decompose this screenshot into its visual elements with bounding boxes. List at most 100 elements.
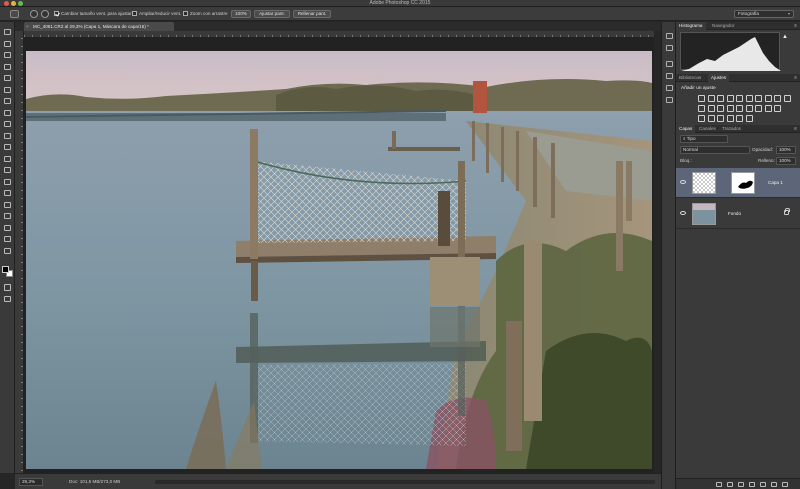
brush-tool-icon[interactable] <box>3 109 12 117</box>
zoom-out-icon[interactable] <box>41 10 49 18</box>
adjustment-icon[interactable] <box>755 95 762 102</box>
eye-icon[interactable] <box>680 180 686 184</box>
adjustment-icon[interactable] <box>764 95 772 102</box>
adjustment-icon[interactable] <box>774 95 781 102</box>
quick-select-tool-icon[interactable] <box>3 63 12 71</box>
adjustment-icon[interactable] <box>698 105 705 112</box>
adjustment-icon[interactable] <box>707 95 715 102</box>
tool-preset-icon[interactable] <box>10 10 19 18</box>
adjustment-icon[interactable] <box>726 95 734 102</box>
adjustment-icon[interactable] <box>707 115 715 122</box>
adjustment-icon[interactable] <box>755 105 762 112</box>
eraser-tool-icon[interactable] <box>3 143 12 151</box>
character-panel-icon[interactable] <box>665 84 674 92</box>
adjustment-icon[interactable] <box>707 105 715 112</box>
trash-icon[interactable] <box>782 482 788 487</box>
move-tool-icon[interactable] <box>3 28 12 36</box>
zoom-readout-field[interactable]: 29,3% <box>19 478 43 486</box>
zoom-all-windows-checkbox[interactable] <box>132 11 137 16</box>
document-canvas[interactable] <box>26 51 652 469</box>
layer-thumbnail[interactable] <box>692 203 716 225</box>
type-tool-icon[interactable] <box>3 201 12 209</box>
screen-mode-icon[interactable] <box>4 296 11 302</box>
history-panel-icon[interactable] <box>665 32 674 40</box>
stamp-tool-icon[interactable] <box>3 120 12 128</box>
pen-tool-icon[interactable] <box>3 189 12 197</box>
tab-histogram[interactable]: Histograma <box>676 22 706 30</box>
fill-screen-button[interactable]: Rellenar pant. <box>293 10 331 18</box>
fill-field[interactable]: 100% <box>776 157 796 165</box>
adjustment-icon[interactable] <box>774 105 781 112</box>
healing-tool-icon[interactable] <box>3 97 12 105</box>
canvas-area[interactable] <box>24 38 654 473</box>
shape-tool-icon[interactable] <box>3 224 12 232</box>
quick-mask-icon[interactable] <box>4 284 11 291</box>
adjustment-icon[interactable] <box>745 105 753 112</box>
adjustment-icon[interactable] <box>745 115 753 122</box>
layer-row[interactable]: Fondo <box>676 199 800 229</box>
layer-mask-thumbnail[interactable] <box>731 172 755 194</box>
tab-navigator[interactable]: Navegador <box>709 22 737 30</box>
adjustment-icon[interactable] <box>736 105 743 112</box>
add-mask-icon[interactable] <box>738 482 744 487</box>
lasso-tool-icon[interactable] <box>3 51 12 59</box>
layer-name[interactable]: Fondo <box>728 211 741 217</box>
blend-mode-select[interactable]: Normal <box>680 146 750 154</box>
warning-icon[interactable]: ▲ <box>782 34 788 40</box>
actions-panel-icon[interactable] <box>665 44 674 52</box>
panel-menu-icon[interactable]: ≡ <box>794 125 797 133</box>
panel-menu-icon[interactable]: ≡ <box>794 22 797 30</box>
new-group-icon[interactable] <box>760 482 766 487</box>
new-adjustment-icon[interactable] <box>749 482 755 487</box>
layer-filter-select[interactable]: ⌕ Tipo <box>680 135 728 143</box>
eye-icon[interactable] <box>680 211 686 215</box>
new-layer-icon[interactable] <box>771 482 777 487</box>
layer-name[interactable]: Capa 1 <box>768 180 783 186</box>
document-info[interactable]: Doc: 101,5 MB/273,0 MB <box>69 478 120 486</box>
gradient-tool-icon[interactable] <box>3 155 12 163</box>
fit-screen-button[interactable]: Ajustar pant. <box>254 10 290 18</box>
adjustment-icon[interactable] <box>783 95 791 102</box>
adjustment-icon[interactable] <box>717 105 724 112</box>
close-tab-icon[interactable]: × <box>26 22 29 31</box>
adjustment-icon[interactable] <box>726 105 734 112</box>
crop-tool-icon[interactable] <box>3 74 12 82</box>
horizontal-ruler[interactable] <box>24 31 654 38</box>
adjustment-icon[interactable] <box>764 105 772 112</box>
zoom-tool-icon[interactable] <box>3 247 12 255</box>
adjustment-icon[interactable] <box>745 95 753 102</box>
layer-thumbnail[interactable] <box>692 172 716 194</box>
tab-layers[interactable]: Capas <box>676 125 696 133</box>
zoom-in-icon[interactable] <box>30 10 38 18</box>
horizontal-scrollbar[interactable] <box>155 480 655 484</box>
foreground-color-swatch[interactable] <box>2 266 9 273</box>
blur-tool-icon[interactable] <box>3 166 12 174</box>
paragraph-panel-icon[interactable] <box>665 96 674 104</box>
tab-adjustments[interactable]: Ajustes <box>708 74 730 82</box>
adjustment-icon[interactable] <box>726 115 734 122</box>
dodge-tool-icon[interactable] <box>3 178 12 186</box>
vertical-ruler[interactable] <box>15 31 24 473</box>
zoom-100-button[interactable]: 100% <box>231 10 251 18</box>
adjustment-icon[interactable] <box>736 115 743 122</box>
path-select-tool-icon[interactable] <box>3 212 12 220</box>
opacity-field[interactable]: 100% <box>776 146 796 154</box>
resize-windows-checkbox[interactable] <box>54 11 59 16</box>
layer-row[interactable]: Capa 1 <box>676 168 800 198</box>
eyedropper-tool-icon[interactable] <box>3 86 12 94</box>
adjustment-icon[interactable] <box>717 95 724 102</box>
layer-style-icon[interactable] <box>727 482 733 487</box>
adjustment-icon[interactable] <box>717 115 724 122</box>
tab-channels[interactable]: Canales <box>696 125 719 133</box>
tab-libraries[interactable]: Bibliotecas <box>676 74 704 82</box>
adjustment-icon[interactable] <box>736 95 743 102</box>
tab-paths[interactable]: Trazados <box>719 125 744 133</box>
info-panel-icon[interactable] <box>665 72 674 80</box>
properties-panel-icon[interactable] <box>665 60 674 68</box>
workspace-select[interactable]: Fotografía ▾ <box>734 10 794 18</box>
adjustment-icon[interactable] <box>698 115 705 122</box>
link-layers-icon[interactable] <box>716 482 722 487</box>
document-tab[interactable]: × MC_4061.CR2 al 29,3% (Capa 1, Máscara … <box>24 22 174 31</box>
scrubby-zoom-checkbox[interactable] <box>183 11 188 16</box>
hand-tool-icon[interactable] <box>3 235 12 243</box>
